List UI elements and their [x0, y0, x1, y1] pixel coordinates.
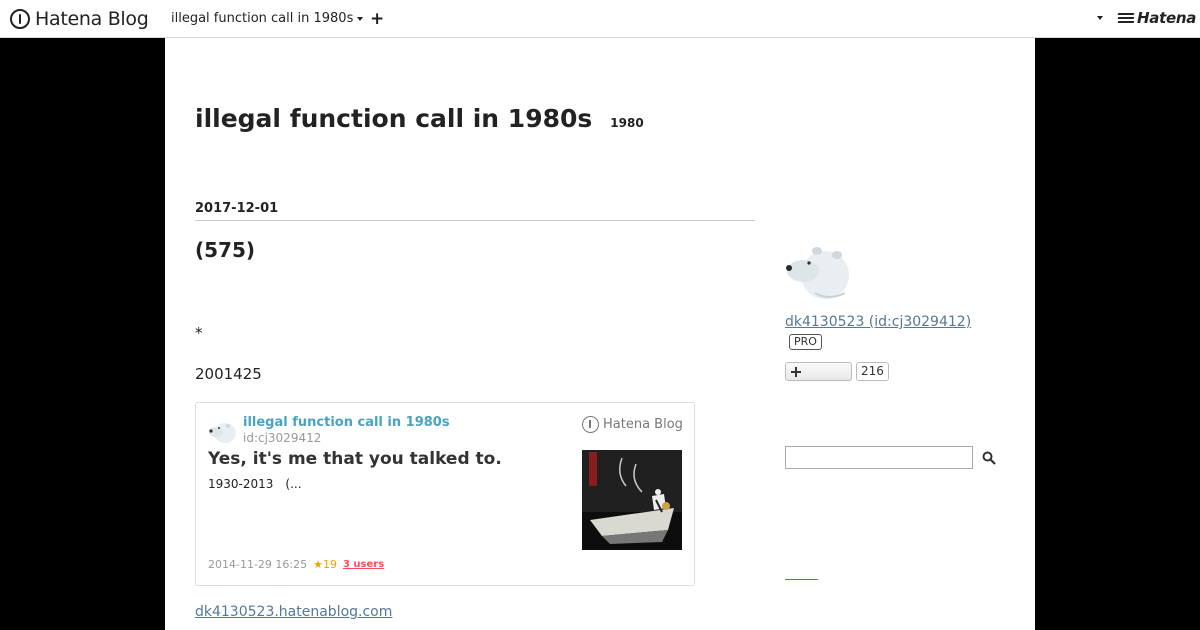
- polar-bear-avatar-icon: [209, 423, 236, 443]
- embed-thumbnail-image[interactable]: [582, 450, 682, 550]
- brand-label: Hatena Blog: [35, 8, 149, 30]
- hatena-logo-label: Hatena: [1137, 9, 1197, 27]
- embed-headline[interactable]: Yes, it's me that you talked to.: [208, 449, 502, 469]
- embed-timestamp: 2014-11-29 16:25: [208, 558, 308, 571]
- embed-logo-label: Hatena Blog: [603, 417, 683, 432]
- embedded-blog-card[interactable]: illegal function call in 1980s id:cj3029…: [195, 402, 695, 586]
- blog-header: illegal function call in 1980s 1980: [195, 104, 644, 133]
- entry-source-link[interactable]: dk4130523.hatenablog.com: [195, 604, 392, 620]
- search-icon[interactable]: [982, 451, 996, 465]
- embed-blog-name[interactable]: illegal function call in 1980s: [243, 415, 450, 430]
- hatena-blog-logo-icon: [582, 416, 599, 433]
- subscribe-reader-button[interactable]: [785, 362, 852, 381]
- embed-meta: 2014-11-29 16:25 ★19 3 users: [208, 558, 384, 571]
- profile-name-link[interactable]: dk4130523 (id:cj3029412): [785, 314, 971, 330]
- entry-text: 2001425: [195, 365, 262, 383]
- blog-switcher-label: illegal function call in 1980s: [171, 11, 354, 26]
- embed-hatena-blog-logo: Hatena Blog: [582, 416, 683, 433]
- pro-badge: PRO: [789, 334, 822, 350]
- embed-bookmark-users[interactable]: 3 users: [343, 559, 384, 570]
- hatena-blog-home-link[interactable]: Hatena Blog: [10, 7, 149, 31]
- entry-date[interactable]: 2017-12-01: [195, 201, 755, 221]
- profile-avatar-icon[interactable]: [785, 241, 851, 301]
- global-header: Hatena Blog illegal function call in 198…: [0, 0, 1200, 38]
- blog-switcher[interactable]: illegal function call in 1980s: [171, 11, 364, 26]
- caret-down-icon: [357, 16, 364, 21]
- user-menu-caret-icon[interactable]: [1097, 16, 1103, 20]
- hatena-logo-icon: [1117, 12, 1135, 24]
- blog-description: 1980: [610, 116, 644, 130]
- hatena-home-link[interactable]: Hatena: [1117, 9, 1197, 27]
- sidebar-link[interactable]: [785, 566, 818, 580]
- embed-star-count[interactable]: ★19: [313, 558, 337, 571]
- blog-title[interactable]: illegal function call in 1980s: [195, 104, 592, 133]
- new-post-button[interactable]: +: [370, 9, 384, 29]
- entry-text-star: *: [195, 324, 203, 342]
- reader-count: 216: [856, 362, 889, 381]
- embed-user-id: id:cj3029412: [243, 431, 322, 445]
- hatena-blog-logo-icon: [10, 9, 30, 29]
- search-input[interactable]: [785, 446, 973, 469]
- embed-summary: 1930-2013 (...: [208, 477, 302, 491]
- blog-page: illegal function call in 1980s 1980 2017…: [165, 38, 1035, 630]
- entry-title[interactable]: (575): [195, 238, 255, 262]
